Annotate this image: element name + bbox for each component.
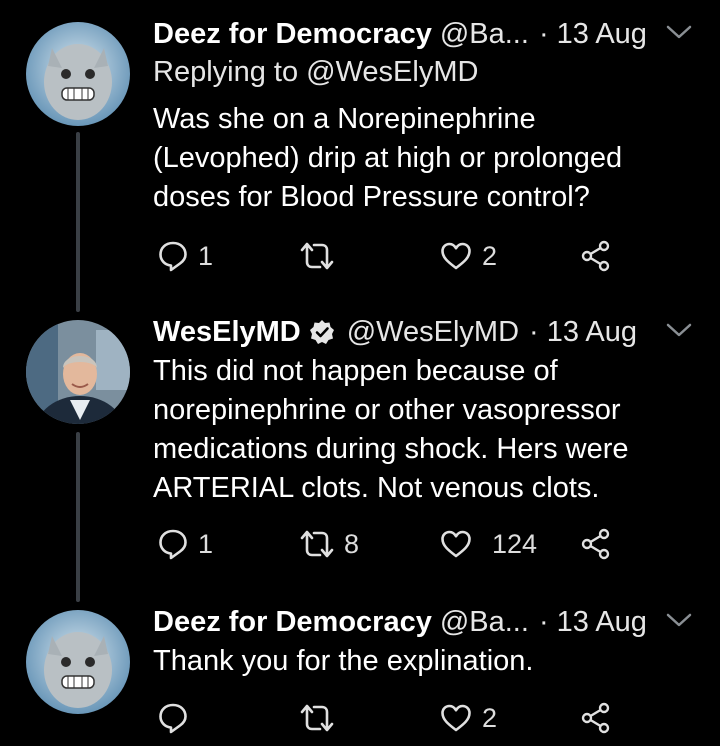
retweet-button[interactable]: 8: [300, 524, 359, 564]
reply-count: 1: [198, 528, 214, 559]
reply-icon: [159, 703, 187, 734]
retweet-count: 8: [344, 528, 360, 559]
avatar[interactable]: [26, 22, 130, 126]
share-icon: [581, 528, 610, 560]
tweet[interactable]: Deez for Democracy @Ba... · 13 Aug Reply…: [0, 14, 720, 304]
tweet-text: This did not happen because of norepinep…: [153, 352, 693, 508]
retweet-icon: [300, 530, 334, 558]
share-button[interactable]: [580, 236, 612, 276]
tweet-header: Deez for Democracy @Ba... · 13 Aug: [153, 602, 647, 642]
tweet-text: Was she on a Norepinephrine (Levophed) d…: [153, 100, 693, 217]
reply-button[interactable]: 1: [158, 236, 213, 276]
reply-count: 1: [198, 240, 214, 271]
tweet[interactable]: Deez for Democracy @Ba... · 13 Aug Thank…: [0, 602, 720, 746]
replying-to-label[interactable]: Replying to @WesElyMD: [153, 56, 478, 89]
like-button[interactable]: 124: [440, 524, 537, 564]
separator-dot: ·: [529, 315, 539, 348]
retweet-icon: [300, 242, 334, 270]
tweet-text-line: (Levophed) drip at high or prolonged: [153, 142, 623, 174]
chevron-down-icon[interactable]: [664, 318, 694, 342]
like-button[interactable]: 2: [440, 236, 497, 276]
avatar[interactable]: [26, 320, 130, 424]
chevron-down-icon[interactable]: [664, 20, 694, 44]
share-button[interactable]: [580, 524, 612, 564]
tweet-text-line: norepinephrine or other vasopressor: [153, 394, 621, 426]
reply-button[interactable]: 1: [158, 524, 213, 564]
display-name[interactable]: Deez for Democracy: [153, 18, 432, 51]
reply-button[interactable]: [158, 698, 198, 738]
user-handle[interactable]: @WesElyMD: [347, 316, 519, 349]
like-count: 2: [482, 702, 498, 733]
tweet-text-line: Thank you for the explination.: [153, 645, 534, 677]
tweet[interactable]: WesElyMD @WesElyMD · 13 Aug This did not…: [0, 312, 720, 602]
retweet-button[interactable]: [300, 236, 344, 276]
retweet-icon: [300, 704, 334, 732]
reply-icon: [159, 529, 187, 560]
like-count: 2: [482, 240, 498, 271]
tweet-text-line: medications during shock. Hers were: [153, 433, 629, 465]
heart-icon: [441, 704, 471, 732]
tweet-text-line: This did not happen because of: [153, 355, 558, 387]
heart-icon: [441, 530, 471, 558]
verified-badge-icon: [309, 319, 335, 345]
avatar[interactable]: [26, 610, 130, 714]
user-handle[interactable]: @Ba...: [440, 606, 529, 639]
tweet-text-line: doses for Blood Pressure control?: [153, 181, 590, 213]
heart-icon: [441, 242, 471, 270]
like-button[interactable]: 2: [440, 698, 497, 738]
tweet-text: Thank you for the explination.: [153, 642, 693, 681]
share-button[interactable]: [580, 698, 612, 738]
timestamp[interactable]: 13 Aug: [557, 18, 647, 51]
chevron-down-icon[interactable]: [664, 608, 694, 632]
share-icon: [581, 240, 610, 272]
separator-dot: ·: [538, 605, 549, 638]
retweet-button[interactable]: [300, 698, 344, 738]
tweet-text-line: Was she on a Norepinephrine: [153, 103, 536, 135]
timestamp[interactable]: 13 Aug: [547, 316, 637, 349]
like-count: 124: [492, 528, 538, 559]
user-handle[interactable]: @Ba...: [440, 18, 529, 51]
reply-icon: [159, 241, 187, 272]
share-icon: [581, 702, 610, 734]
tweet-header: Deez for Democracy @Ba... · 13 Aug: [153, 14, 647, 54]
separator-dot: ·: [538, 17, 549, 50]
display-name[interactable]: WesElyMD: [153, 316, 301, 349]
display-name[interactable]: Deez for Democracy: [153, 606, 432, 639]
tweet-header: WesElyMD @WesElyMD · 13 Aug: [153, 312, 637, 352]
tweet-text-line: ARTERIAL clots. Not venous clots.: [153, 472, 600, 504]
timestamp[interactable]: 13 Aug: [557, 606, 647, 639]
